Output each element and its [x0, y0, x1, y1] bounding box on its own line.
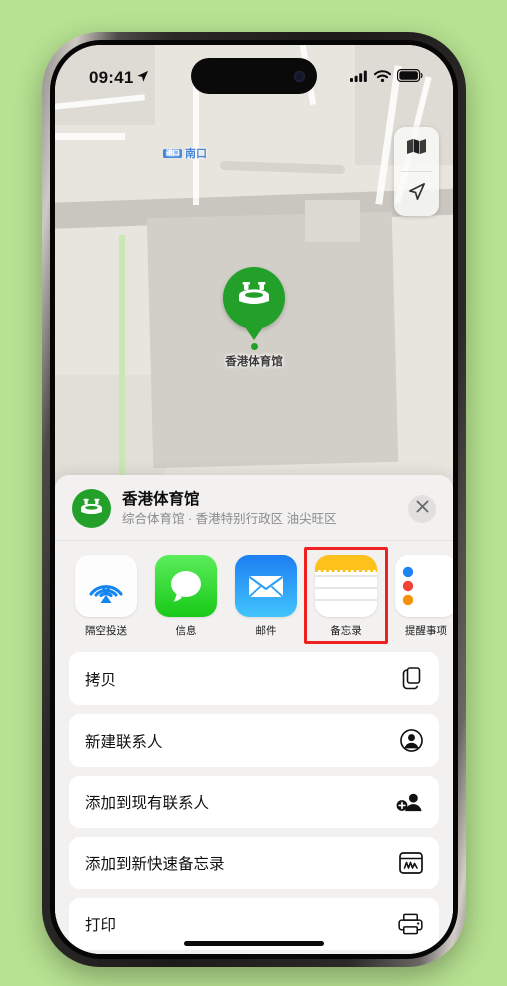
mail-icon	[235, 555, 297, 617]
locate-me-icon	[406, 181, 427, 207]
action-label: 添加到新快速备忘录	[85, 856, 225, 873]
home-indicator[interactable]	[184, 941, 324, 946]
action-row-copy[interactable]: 拷贝	[69, 652, 439, 705]
map-pin-anchor-dot	[250, 343, 258, 350]
front-camera-icon	[294, 70, 305, 82]
share-sheet-titles: 香港体育馆 综合体育馆 · 香港特别行政区 油尖旺区	[122, 490, 397, 527]
map-layers-button[interactable]	[394, 127, 439, 171]
action-row-new-contact[interactable]: 新建联系人	[69, 714, 439, 767]
share-app-reminders[interactable]: 提醒事项	[395, 555, 453, 638]
status-time-text: 09:41	[89, 68, 134, 87]
add-to-contact-icon	[396, 791, 423, 813]
share-action-list: 拷贝 新建联系人 添加到现有联系人 添加到新快速备忘录 打印	[55, 650, 453, 950]
status-time: 09:41	[89, 68, 149, 88]
share-app-label: 邮件	[255, 625, 277, 637]
share-app-airdrop[interactable]: 隔空投送	[75, 555, 137, 638]
map-path	[119, 235, 125, 475]
phone-bezel: 进口 南口 香港体育馆 09:41 香港体育馆 综合体育馆 · 香港特别行政区 …	[50, 40, 458, 959]
venue-stadium-icon	[72, 489, 111, 528]
share-app-label: 备忘录	[330, 625, 362, 637]
action-group: 添加到新快速备忘录	[69, 837, 439, 889]
share-app-messages[interactable]: 信息	[155, 555, 217, 638]
map-road	[55, 133, 125, 140]
cellular-signal-icon	[350, 69, 368, 87]
share-app-label: 提醒事项	[405, 625, 447, 637]
share-sheet-header: 香港体育馆 综合体育馆 · 香港特别行政区 油尖旺区	[55, 475, 453, 540]
map-pin[interactable]	[223, 267, 285, 329]
close-button[interactable]	[408, 494, 436, 523]
battery-icon	[397, 69, 423, 87]
action-group: 拷贝	[69, 652, 439, 705]
map-pin-label: 香港体育馆	[225, 356, 283, 368]
share-app-notes[interactable]: 备忘录	[304, 547, 388, 644]
share-app-row[interactable]: 隔空投送 信息 邮件 备忘录 提醒事项	[55, 541, 453, 650]
stadium-icon	[236, 281, 272, 316]
action-label: 添加到现有联系人	[85, 795, 210, 812]
notes-icon	[315, 555, 377, 617]
map-layers-icon	[406, 138, 427, 160]
share-sheet-subtitle: 综合体育馆 · 香港特别行政区 油尖旺区	[122, 511, 337, 526]
airdrop-icon	[75, 555, 137, 617]
share-sheet-title: 香港体育馆	[122, 491, 200, 509]
map-pin-group[interactable]: 香港体育馆	[223, 267, 285, 369]
reminders-icon	[395, 555, 453, 617]
action-row-quick-note[interactable]: 添加到新快速备忘录	[69, 837, 439, 889]
map-label-south-entrance[interactable]: 进口 南口	[163, 145, 207, 161]
new-contact-icon	[400, 729, 423, 752]
entrance-badge-icon: 进口	[163, 148, 182, 158]
share-app-mail[interactable]: 邮件	[235, 555, 297, 638]
share-app-label: 隔空投送	[85, 625, 127, 637]
action-group: 添加到现有联系人	[69, 776, 439, 828]
location-arrow-icon	[136, 68, 149, 88]
locate-me-button[interactable]	[394, 172, 439, 216]
map-controls[interactable]	[394, 127, 439, 216]
action-label: 拷贝	[85, 671, 117, 689]
action-label: 新建联系人	[85, 733, 163, 751]
phone-screen: 进口 南口 香港体育馆 09:41 香港体育馆 综合体育馆 · 香港特别行政区 …	[55, 45, 453, 954]
close-icon	[416, 500, 429, 517]
copy-icon	[402, 667, 423, 690]
messages-icon	[155, 555, 217, 617]
action-row-add-existing-contact[interactable]: 添加到现有联系人	[69, 776, 439, 828]
action-group: 新建联系人	[69, 714, 439, 767]
map-road	[219, 160, 346, 175]
map-building	[305, 200, 360, 242]
status-indicators	[350, 69, 423, 87]
share-app-label: 信息	[175, 625, 197, 637]
wifi-icon	[373, 69, 392, 87]
action-label: 打印	[85, 917, 117, 934]
map-label-text: 南口	[185, 148, 207, 160]
printer-icon	[398, 913, 423, 935]
quick-note-icon	[399, 852, 423, 874]
dynamic-island[interactable]	[191, 58, 317, 94]
phone-frame: 进口 南口 香港体育馆 09:41 香港体育馆 综合体育馆 · 香港特别行政区 …	[42, 32, 466, 967]
share-sheet: 香港体育馆 综合体育馆 · 香港特别行政区 油尖旺区 隔空投送 信息 邮件 备忘…	[55, 475, 453, 954]
